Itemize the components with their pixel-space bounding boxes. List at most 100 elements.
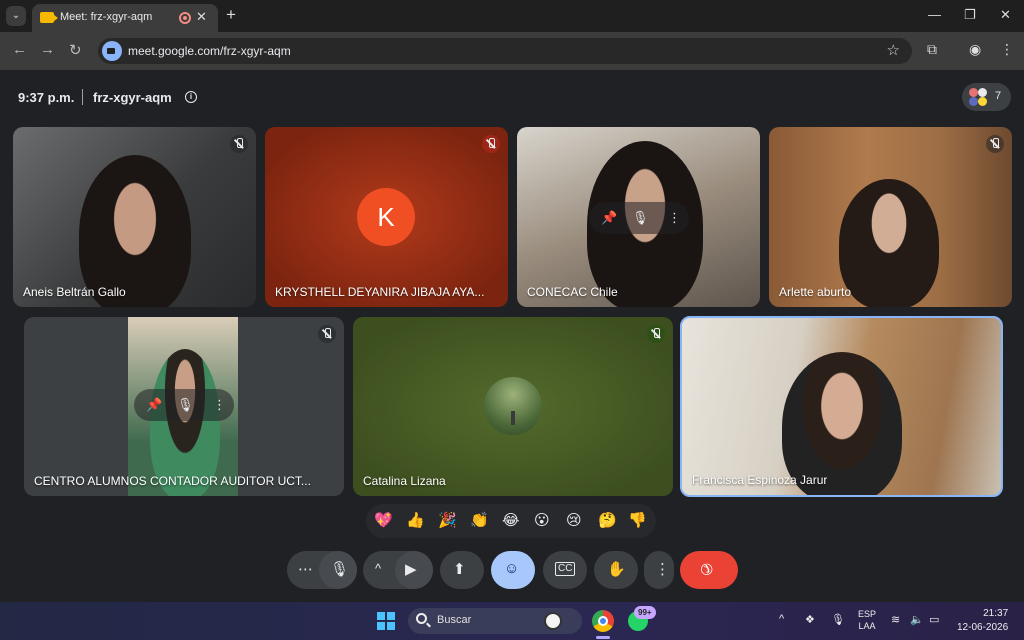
camera-icon: ▶ <box>405 561 417 578</box>
reaction-heart[interactable]: 💖 <box>374 511 393 529</box>
tile-hover-controls: 📌 🎙 ⋮ <box>134 389 234 421</box>
avatar <box>484 377 542 435</box>
mic-off-icon <box>986 135 1004 153</box>
present-screen-icon: ⬆ <box>453 561 466 578</box>
close-window-icon[interactable]: ✕ <box>1000 7 1011 23</box>
browser-tab-bar: ⌄ Meet: frz-xgyr-aqm ✕ + — ❐ ✕ <box>0 0 1024 32</box>
url-text[interactable]: meet.google.com/frz-xgyr-aqm <box>128 44 291 58</box>
pin-icon[interactable]: 📌 <box>601 210 617 226</box>
leave-call-button[interactable]: ✆ <box>680 551 738 589</box>
more-options-button[interactable]: ⋮ <box>644 551 674 589</box>
participant-name: Arlette aburto <box>779 285 852 299</box>
camera-button[interactable]: ▶ <box>395 551 433 589</box>
tray-overflow-chevron-icon[interactable]: ^ <box>779 613 784 625</box>
reaction-surprised[interactable]: 😮 <box>534 511 550 529</box>
captions-button[interactable]: CC <box>543 551 587 589</box>
microphone-button[interactable]: 🎙 <box>319 551 357 589</box>
meet-favicon-icon <box>40 12 58 23</box>
mic-off-icon <box>647 325 665 343</box>
audio-options-button[interactable]: ⋯ <box>298 560 313 578</box>
end-call-icon: ✆ <box>695 558 717 580</box>
video-control-group: ^ ▶ <box>363 551 433 589</box>
video-tile-active-speaker[interactable]: Francisca Espinoza Jarur <box>680 316 1003 497</box>
bookmark-star-icon[interactable]: ☆ <box>887 41 900 59</box>
dropbox-icon[interactable]: ❖ <box>805 613 815 626</box>
tile-more-icon[interactable]: ⋮ <box>213 397 226 413</box>
search-placeholder: Buscar <box>437 614 472 626</box>
emoji-icon: ☺ <box>504 560 520 577</box>
video-tile[interactable]: Arlette aburto <box>769 127 1012 307</box>
recording-indicator-icon <box>179 12 191 24</box>
video-options-chevron-icon[interactable]: ^ <box>375 561 381 576</box>
site-info-icon[interactable] <box>102 41 122 61</box>
participant-name: Aneis Beltrán Gallo <box>23 285 126 299</box>
taskbar-search-box[interactable]: Buscar <box>408 608 582 634</box>
address-bar[interactable]: meet.google.com/frz-xgyr-aqm ☆ <box>98 38 912 64</box>
chrome-menu-icon[interactable]: ⋮ <box>1000 41 1014 58</box>
reaction-sad[interactable]: 😢 <box>566 511 582 529</box>
windows-taskbar: Buscar 99+ ^ ❖ 🎙 ESP LAA ≋ 🔈 ▭ 21:37 12-… <box>0 602 1024 640</box>
mic-off-icon[interactable]: 🎙 <box>177 397 194 413</box>
chrome-taskbar-icon[interactable] <box>592 610 614 632</box>
mic-toggle-icon[interactable]: 🎙 <box>632 210 649 226</box>
video-tile[interactable]: K KRYSTHELL DEYANIRA JIBAJA AYA... <box>265 127 508 307</box>
participant-count: 7 <box>995 90 1002 102</box>
language-code: ESP <box>858 609 877 619</box>
tray-microphone-icon[interactable]: 🎙 <box>831 613 845 626</box>
browser-tab-meet[interactable]: Meet: frz-xgyr-aqm ✕ <box>32 4 218 32</box>
battery-icon[interactable]: ▭ <box>929 613 939 626</box>
tile-more-icon[interactable]: ⋮ <box>668 210 681 226</box>
meeting-time: 9:37 p.m. <box>18 90 75 105</box>
windows-start-icon[interactable] <box>377 612 395 630</box>
restore-icon[interactable]: ❐ <box>964 7 976 23</box>
whatsapp-notification-badge: 99+ <box>634 606 656 619</box>
active-app-indicator <box>596 636 610 639</box>
present-screen-button[interactable]: ⬆ <box>440 551 484 589</box>
back-icon[interactable]: ← <box>12 41 27 58</box>
more-vert-icon: ⋮ <box>655 561 670 578</box>
participant-name: CENTRO ALUMNOS CONTADOR AUDITOR UCT... <box>34 474 311 488</box>
participants-button[interactable]: 7 <box>962 83 1011 111</box>
video-tile[interactable]: Aneis Beltrán Gallo <box>13 127 256 307</box>
profile-icon[interactable]: ◉ <box>969 41 981 58</box>
new-tab-button[interactable]: + <box>226 5 236 25</box>
forward-icon[interactable]: → <box>40 41 55 58</box>
mic-off-icon <box>482 135 500 153</box>
wifi-icon[interactable]: ≋ <box>891 613 900 626</box>
video-tile[interactable]: 📌 🎙 ⋮ CONECAC Chile <box>517 127 760 307</box>
tab-search-chevron-icon[interactable]: ⌄ <box>6 6 26 26</box>
video-tile[interactable]: Catalina Lizana <box>353 317 673 496</box>
clock-time: 21:37 <box>983 608 1009 619</box>
participant-avatars-icon <box>969 88 987 106</box>
avatar: K <box>357 188 415 246</box>
raise-hand-button[interactable]: ✋ <box>594 551 638 589</box>
reactions-bar: 💖 👍 🎉 👏 😂 😮 😢 🤔 👎 <box>366 504 656 538</box>
meeting-info-icon[interactable]: i <box>185 91 197 103</box>
participant-name: CONECAC Chile <box>527 285 618 299</box>
mic-off-icon <box>230 135 248 153</box>
send-reaction-button[interactable]: ☺ <box>491 551 535 589</box>
video-tile[interactable]: 📌 🎙 ⋮ CENTRO ALUMNOS CONTADOR AUDITOR UC… <box>24 317 344 496</box>
browser-toolbar: ← → ↻ meet.google.com/frz-xgyr-aqm ☆ ⧉ ◉… <box>0 32 1024 70</box>
reaction-laugh[interactable]: 😂 <box>502 511 520 529</box>
reload-icon[interactable]: ↻ <box>69 41 82 59</box>
clock-date: 12-06-2026 <box>957 622 1009 633</box>
reaction-clap[interactable]: 👏 <box>470 511 489 529</box>
participant-name: Catalina Lizana <box>363 474 446 488</box>
tab-close-button[interactable]: ✕ <box>196 9 207 25</box>
minimize-icon[interactable]: — <box>928 7 941 22</box>
reaction-thinking[interactable]: 🤔 <box>598 511 617 529</box>
reaction-thumbs-down[interactable]: 👎 <box>628 511 647 529</box>
reaction-party[interactable]: 🎉 <box>438 511 457 529</box>
pin-icon[interactable]: 📌 <box>146 397 162 413</box>
participant-name: Francisca Espinoza Jarur <box>692 473 828 487</box>
tab-title: Meet: frz-xgyr-aqm <box>60 11 153 23</box>
system-clock[interactable]: 21:37 12-06-2026 <box>957 607 1008 635</box>
meet-stage: 9:37 p.m. frz-xgyr-aqm i 7 Aneis Beltrán… <box>0 70 1024 602</box>
mic-off-icon <box>318 325 336 343</box>
participant-video <box>839 179 939 307</box>
extensions-icon[interactable]: ⧉ <box>927 41 937 58</box>
volume-icon[interactable]: 🔈 <box>910 613 924 626</box>
input-language-indicator[interactable]: ESP LAA <box>858 608 876 632</box>
reaction-thumbs-up[interactable]: 👍 <box>406 511 425 529</box>
